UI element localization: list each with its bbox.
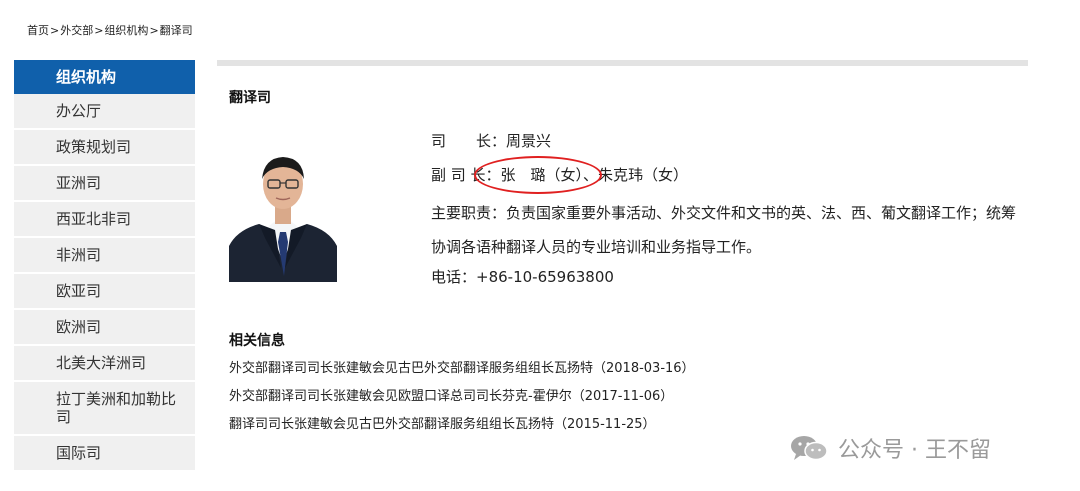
related-link[interactable]: 外交部翻译司司长张建敏会见欧盟口译总司司长芬克-霍伊尔（2017-11-06）	[229, 388, 695, 416]
director-portrait	[229, 146, 337, 282]
wechat-icon	[791, 436, 828, 461]
phone-line: 电话：+86-10-65963800	[431, 268, 614, 286]
watermark-text: 公众号 · 王不留	[838, 438, 991, 463]
sidebar-item-european-affairs[interactable]: 欧洲司	[14, 310, 195, 346]
breadcrumb: 首页>外交部>组织机构>翻译司	[27, 22, 193, 38]
sidebar-item-general-office[interactable]: 办公厅	[14, 94, 195, 130]
sidebar-item-west-asian-north-african[interactable]: 西亚北非司	[14, 202, 195, 238]
related-link[interactable]: 翻译司司长张建敏会见古巴外交部翻译服务组组长瓦扬特（2015-11-25）	[229, 416, 695, 444]
related-link[interactable]: 外交部翻译司司长张建敏会见古巴外交部翻译服务组组长瓦扬特（2018-03-16）	[229, 360, 695, 388]
breadcrumb-home[interactable]: 首页	[27, 24, 49, 37]
content-top-bar	[217, 60, 1028, 66]
sidebar-item-policy-planning[interactable]: 政策规划司	[14, 130, 195, 166]
sidebar-item-asian-affairs[interactable]: 亚洲司	[14, 166, 195, 202]
page-title: 翻译司	[229, 90, 271, 106]
sidebar-item-north-american-oceanian[interactable]: 北美大洋洲司	[14, 346, 195, 382]
breadcrumb-organization[interactable]: 组织机构	[104, 24, 148, 37]
sidebar-item-international[interactable]: 国际司	[14, 436, 195, 472]
duties-text: 主要职责：负责国家重要外事活动、外交文件和文书的英、法、西、葡文翻译工作；统筹协…	[431, 204, 1017, 256]
breadcrumb-separator: >	[94, 24, 104, 37]
sidebar-title[interactable]: 组织机构	[14, 60, 195, 94]
main-content: 翻译司 司 长：周景兴 副 司 长：张 璐（女）、朱克玮（女） 主要职责：负责国…	[217, 60, 1028, 432]
sidebar-item-latin-american-caribbean[interactable]: 拉丁美洲和加勒比司	[14, 382, 195, 436]
sidebar-item-african-affairs[interactable]: 非洲司	[14, 238, 195, 274]
related-info-title: 相关信息	[229, 333, 285, 349]
annotation-circle	[474, 156, 602, 194]
sidebar: 组织机构 办公厅 政策规划司 亚洲司 西亚北非司 非洲司 欧亚司 欧洲司 北美大…	[14, 60, 195, 472]
breadcrumb-separator: >	[50, 24, 60, 37]
breadcrumb-separator: >	[149, 24, 159, 37]
department-info: 司 长：周景兴 副 司 长：张 璐（女）、朱克玮（女） 主要职责：负责国家重要外…	[431, 128, 1021, 298]
sidebar-item-eurasian-affairs[interactable]: 欧亚司	[14, 274, 195, 310]
related-info-list: 外交部翻译司司长张建敏会见古巴外交部翻译服务组组长瓦扬特（2018-03-16）…	[229, 360, 695, 444]
watermark: 公众号 · 王不留	[790, 432, 991, 464]
breadcrumb-mfa[interactable]: 外交部	[60, 24, 93, 37]
breadcrumb-current[interactable]: 翻译司	[160, 24, 193, 37]
